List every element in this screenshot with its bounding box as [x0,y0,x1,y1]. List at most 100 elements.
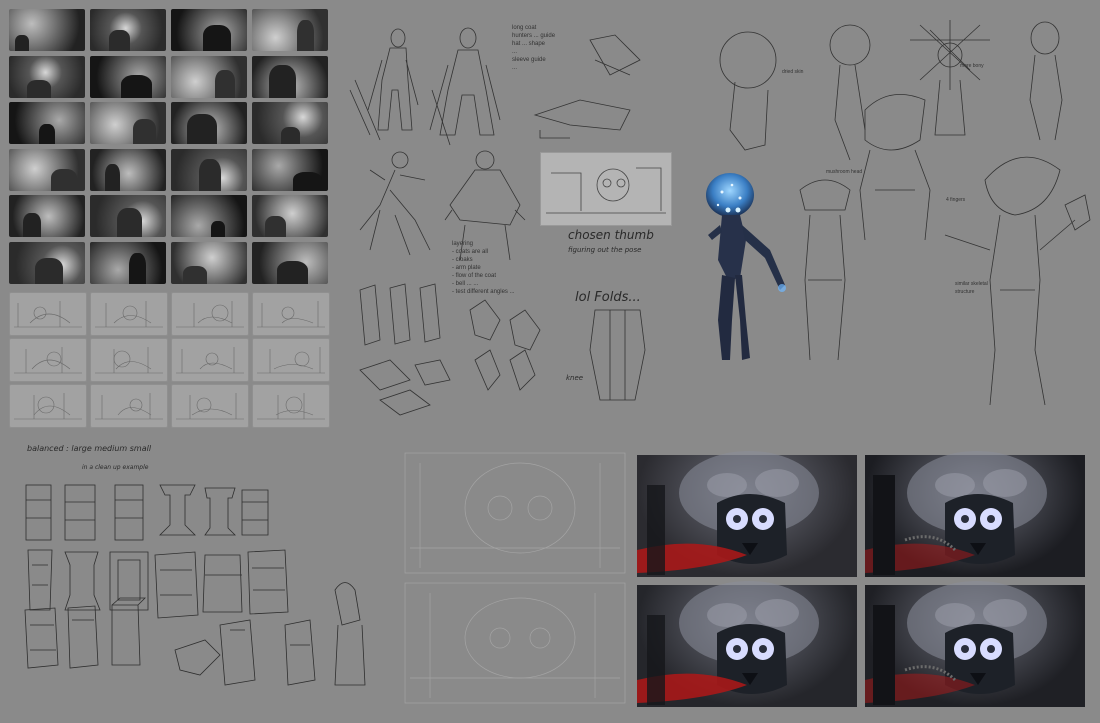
value-thumbnail [171,102,247,144]
thumbnail-silhouette [15,35,29,51]
thumbnail-silhouette [187,114,217,144]
value-thumbnail [9,241,85,284]
line-thumbnail [252,384,330,428]
line-thumbnail [171,338,249,382]
line-thumbnail [252,292,330,336]
note-line: sleeve guide [512,57,546,63]
thumbnail-silhouette [133,119,156,144]
value-thumbnail [9,9,85,51]
thumbnail-silhouette [203,25,231,51]
thumbnail-silhouette [281,127,300,144]
note-line: ... [512,65,518,71]
render-panel [637,581,857,707]
value-thumbnail [90,241,166,284]
folds-label: lol Folds... [575,290,641,305]
value-thumbnail [90,195,166,237]
render-panel [865,581,1085,707]
value-thumbnail [171,55,247,98]
value-thumbnail [252,148,328,191]
line-thumbnail [171,292,249,336]
value-thumbnails-grid [9,9,331,287]
value-thumbnail [90,55,166,98]
note-line: - cloaks [452,257,473,263]
design-notes: long coat hunters ... guide hat ... shap… [512,24,592,72]
thumbnail-silhouette [117,208,142,237]
value-thumbnail [171,9,247,51]
thumbnail-silhouette [277,260,308,284]
chosen-thumb-label: chosen thumb [568,228,654,242]
chosen-thumb-panel [540,152,672,226]
value-thumbnail [9,148,85,191]
line-thumbnail [252,338,330,382]
armor-notes: layering - coats are all - cloaks - arm … [452,240,547,296]
creature-label: dried skin [782,69,804,75]
value-thumbnail [252,55,328,98]
props-subheading: in a clean up example [82,464,149,471]
thumbnail-silhouette [211,221,225,237]
render-panel [865,451,1085,577]
note-line: hunters ... guide [512,33,556,39]
environment-line-sketches [404,452,626,704]
value-thumbnail [90,148,166,191]
value-thumbnail [171,148,247,191]
figuring-out-label: figuring out the pose [568,246,642,254]
note-line: layering [452,241,474,247]
line-thumbnail [9,338,87,382]
value-thumbnail [252,9,328,51]
line-thumbnails-grid [9,292,331,430]
thumbnail-silhouette [109,30,130,51]
value-thumbnail [252,195,328,237]
value-thumbnail [171,195,247,237]
line-thumbnail [171,384,249,428]
line-thumbnail [90,338,168,382]
thumbnail-silhouette [35,257,63,284]
line-thumbnail [9,292,87,336]
note-line: - flow of the coat [452,273,497,279]
thumbnail-silhouette [297,20,314,51]
props-heading: balanced : large medium small [27,444,152,453]
value-thumbnail [90,102,166,144]
render-art [637,581,819,705]
value-thumbnail [252,102,328,144]
thumbnail-silhouette [51,168,77,191]
creature-label: more bony [960,63,984,69]
thumbnail-silhouette [27,79,51,98]
thumbnail-silhouette [265,216,286,237]
value-thumbnail [9,55,85,98]
creature-label: mushroom head [826,169,863,175]
creature-label: similar skeletal structure [955,281,988,295]
thumbnail-silhouette [105,163,120,191]
thumbnail-silhouette [215,69,235,98]
thumbnail-silhouette [183,265,207,284]
pillar-prop-sketches [24,484,366,686]
thumb-sketch [546,167,666,214]
line-thumbnail [9,384,87,428]
note-line: - coats are all [452,249,489,255]
thumbnail-silhouette [23,213,41,237]
thumbnail-silhouette [269,64,296,98]
value-thumbnail [9,195,85,237]
note-line: - bell ... ... [452,281,479,287]
render-art [865,451,1047,575]
render-art [637,451,819,575]
render-art [865,581,1047,705]
note-line: long coat [512,25,537,31]
note-line: hat ... shape [512,41,546,47]
line-thumbnail [90,292,168,336]
value-thumbnail [9,102,85,144]
creature-label: 4 fingers [946,197,966,203]
glowing-creature [706,173,786,360]
glowing-creature-render [700,170,792,370]
thumbnail-silhouette [129,252,146,284]
note-line: ... [512,49,518,55]
value-thumbnail [90,9,166,51]
note-line: - test different angles ... [452,289,515,295]
render-panel [637,451,857,577]
thumbnail-silhouette [199,158,221,191]
thumbnail-silhouette [39,124,55,144]
thumbnail-silhouette [121,74,152,98]
value-thumbnail [171,241,247,284]
note-line: - arm plate [452,265,481,271]
line-thumbnail [90,384,168,428]
thumbnail-silhouette [293,171,322,191]
